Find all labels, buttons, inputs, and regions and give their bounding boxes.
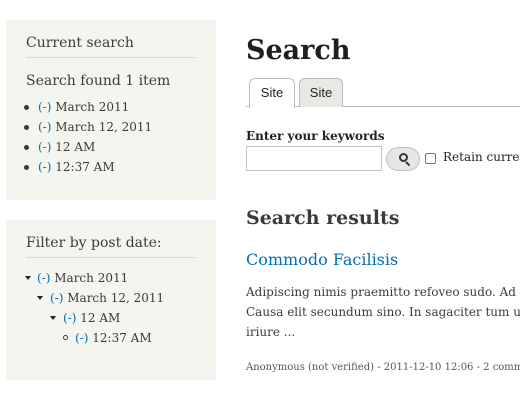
remove-facet-link[interactable]: (-)	[75, 331, 88, 345]
remove-filter-link[interactable]: (-)	[38, 160, 51, 174]
filter-label: March 2011	[55, 100, 130, 114]
result-snippet-line: iriure ...	[246, 325, 296, 339]
remove-filter-link[interactable]: (-)	[38, 120, 51, 134]
remove-facet-link[interactable]: (-)	[50, 291, 63, 305]
filter-label: 12:37 AM	[55, 160, 115, 174]
facet-label: March 2011	[54, 271, 129, 285]
retain-filters-label: Retain current	[443, 150, 520, 164]
bullet-icon	[24, 165, 29, 170]
tab-site[interactable]: Site	[299, 78, 343, 107]
retain-filters-checkbox[interactable]	[425, 153, 436, 164]
facet-item-day: (-) March 12, 2011	[6, 288, 216, 308]
expanded-arrow-icon[interactable]	[37, 296, 43, 300]
active-filter-item: (-) March 2011	[24, 97, 216, 117]
tab-site-active[interactable]: Site	[249, 78, 295, 108]
date-facet-tree: (-) March 2011 (-) March 12, 2011 (-) 12…	[6, 268, 216, 348]
active-filter-item: (-) 12 AM	[24, 137, 216, 157]
result-snippet-line: Adipiscing nimis praemitto refoveo sudo.…	[246, 285, 516, 299]
filter-label: March 12, 2011	[55, 120, 153, 134]
expanded-arrow-icon[interactable]	[50, 316, 56, 320]
search-results-heading: Search results	[246, 207, 400, 229]
result-meta: Anonymous (not verified) - 2011-12-10 12…	[246, 362, 520, 373]
facet-label: 12 AM	[80, 311, 121, 325]
active-filter-item: (-) March 12, 2011	[24, 117, 216, 137]
leaf-circle-icon	[63, 335, 68, 340]
bullet-icon	[24, 145, 29, 150]
keywords-input[interactable]	[246, 146, 382, 171]
result-snippet-line: Causa elit secundum sino. In sagaciter t…	[246, 305, 520, 319]
search-button[interactable]	[386, 147, 420, 171]
remove-filter-link[interactable]: (-)	[38, 140, 51, 154]
facet-item-hour: (-) 12 AM	[6, 308, 216, 328]
filter-by-date-title: Filter by post date:	[26, 235, 196, 258]
result-title-link[interactable]: Commodo Facilisis	[246, 250, 398, 270]
facet-label: 12:37 AM	[92, 331, 152, 345]
search-found-count: Search found 1 item	[26, 73, 171, 89]
search-tabs: Site Site	[246, 78, 520, 108]
bullet-icon	[24, 105, 29, 110]
expanded-arrow-icon[interactable]	[25, 276, 31, 280]
remove-facet-link[interactable]: (-)	[63, 311, 76, 325]
active-filters-list: (-) March 2011 (-) March 12, 2011 (-) 12…	[24, 97, 216, 177]
keywords-label: Enter your keywords	[246, 129, 385, 143]
facet-item-month: (-) March 2011	[6, 268, 216, 288]
page-title: Search	[246, 35, 351, 66]
facet-label: March 12, 2011	[67, 291, 165, 305]
facet-item-minute: (-) 12:37 AM	[6, 328, 216, 348]
main-content: Search Site Site Enter your keywords Ret…	[246, 0, 520, 406]
bullet-icon	[24, 125, 29, 130]
active-filter-item: (-) 12:37 AM	[24, 157, 216, 177]
remove-filter-link[interactable]: (-)	[38, 100, 51, 114]
filter-label: 12 AM	[55, 140, 96, 154]
filter-by-date-block: Filter by post date: (-) March 2011 (-) …	[6, 220, 216, 380]
current-search-title: Current search	[26, 35, 196, 58]
current-search-block: Current search Search found 1 item (-) M…	[6, 20, 216, 200]
remove-facet-link[interactable]: (-)	[37, 271, 50, 285]
